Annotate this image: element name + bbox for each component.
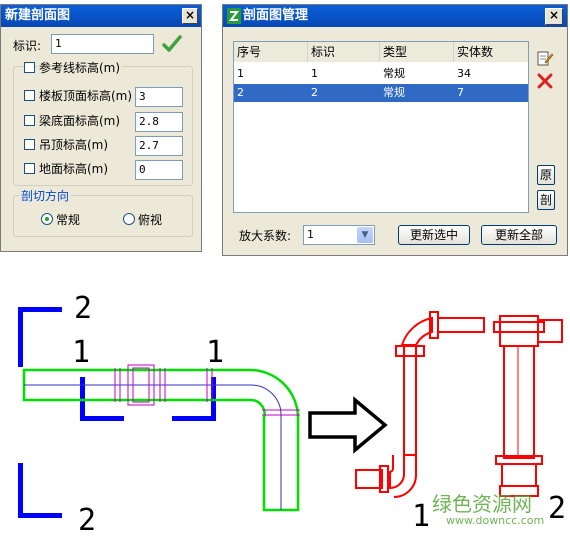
ground-checkbox[interactable]: [24, 163, 35, 174]
watermark-url: www.downcc.com: [446, 514, 545, 527]
section-marker-2-top: [18, 307, 62, 367]
app-icon: [227, 8, 241, 24]
id-input[interactable]: 1: [51, 34, 154, 54]
zoom-select-value: 1: [307, 228, 314, 241]
table-row-selected[interactable]: 2 2 常规 7: [234, 84, 528, 102]
chevron-down-icon[interactable]: ▼: [357, 227, 373, 243]
section-marker-2-bottom: [18, 463, 62, 518]
beam-bottom-label: 梁底面标高(m): [39, 114, 121, 128]
normal-radio[interactable]: [41, 213, 53, 225]
elevation-label-2: 2: [548, 491, 567, 526]
elevation-label-1: 1: [412, 499, 431, 534]
table-row[interactable]: 1 1 常规 34: [234, 65, 528, 83]
normal-radio-label: 常规: [56, 213, 81, 227]
ref-line-checkbox[interactable]: [24, 62, 35, 73]
section-label-1-right: 1: [206, 335, 225, 370]
section-label-1-left: 1: [72, 335, 91, 370]
column-header-type[interactable]: 类型: [380, 42, 454, 62]
section-manager-titlebar: 剖面图管理 ×: [223, 5, 567, 27]
transform-arrow-icon: [308, 396, 388, 454]
column-header-id[interactable]: 标识: [308, 42, 380, 62]
new-section-dialog: 新建剖面图 × 标识: 1 参考线标高(m) 楼板顶面标高(m) 3 梁底面标高…: [0, 4, 202, 252]
show-original-button[interactable]: 原: [537, 165, 555, 185]
confirm-check-icon[interactable]: [162, 34, 182, 54]
ground-label: 地面标高(m): [39, 162, 109, 176]
close-button[interactable]: ×: [545, 8, 563, 25]
section-label-2-top: 2: [74, 291, 93, 326]
ref-line-label: 参考线标高(m): [37, 59, 123, 76]
cell-count: 7: [457, 86, 464, 99]
zoom-label: 放大系数:: [239, 229, 292, 243]
section-label-2-bottom: 2: [78, 503, 97, 538]
pipe-fittings: [114, 364, 300, 416]
cell-index: 1: [237, 67, 244, 80]
cell-id: 1: [311, 67, 318, 80]
ceiling-label: 吊顶标高(m): [39, 138, 109, 152]
section-list[interactable]: 序号 标识 类型 实体数 1 1 常规 34 2 2 常规 7: [233, 41, 529, 213]
direction-group-label: 剖切方向: [19, 187, 72, 204]
top-view-radio[interactable]: [123, 213, 135, 225]
cell-type: 常规: [383, 86, 405, 99]
new-section-titlebar: 新建剖面图 ×: [1, 5, 201, 27]
watermark-title: 绿色资源网: [432, 492, 532, 516]
id-label: 标识:: [13, 39, 42, 53]
section-view-1: [355, 311, 485, 498]
top-view-radio-label: 俯视: [138, 213, 163, 227]
ceiling-checkbox[interactable]: [24, 139, 35, 150]
show-section-button[interactable]: 剖: [537, 190, 555, 210]
floor-top-checkbox[interactable]: [24, 90, 35, 101]
ground-input[interactable]: 0: [135, 160, 183, 180]
delete-icon[interactable]: [537, 73, 553, 89]
cell-id: 2: [311, 86, 318, 99]
floor-top-label: 楼板顶面标高(m): [39, 89, 133, 103]
section-manager-title: 剖面图管理: [243, 8, 309, 23]
cell-type: 常规: [383, 67, 405, 80]
section-manager-dialog: 剖面图管理 × 序号 标识 类型 实体数 1 1 常规 34 2 2 常规 7 …: [222, 4, 568, 256]
plan-pipe: [22, 368, 300, 512]
cell-index: 2: [237, 86, 244, 99]
beam-bottom-input[interactable]: 2.8: [135, 112, 183, 132]
column-header-count[interactable]: 实体数: [454, 42, 528, 62]
close-button[interactable]: ×: [182, 8, 198, 24]
edit-icon[interactable]: [536, 49, 554, 67]
update-selected-button[interactable]: 更新选中: [398, 225, 470, 245]
floor-top-input[interactable]: 3: [135, 87, 183, 107]
update-all-button[interactable]: 更新全部: [481, 225, 557, 245]
zoom-select[interactable]: 1 ▼: [303, 225, 375, 245]
new-section-title: 新建剖面图: [5, 8, 71, 23]
column-header-index[interactable]: 序号: [234, 42, 308, 62]
cell-count: 34: [457, 67, 471, 80]
section-view-2: [493, 315, 563, 497]
ceiling-input[interactable]: 2.7: [135, 136, 183, 156]
beam-bottom-checkbox[interactable]: [24, 115, 35, 126]
